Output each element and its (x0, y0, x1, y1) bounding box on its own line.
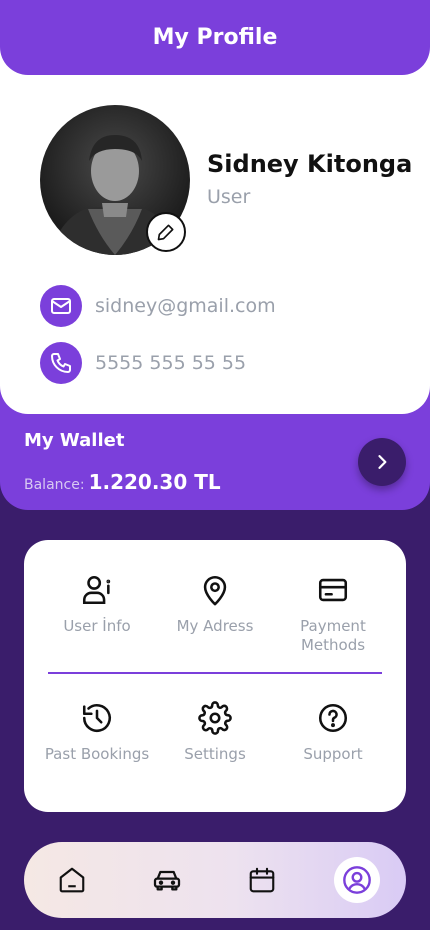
menu-item-user-info[interactable]: User İnfo (37, 572, 157, 636)
bottom-nav (24, 842, 406, 918)
help-circle-icon (315, 700, 351, 736)
wallet-balance: Balance: 1.220.30 TL (24, 470, 221, 494)
menu-item-my-address[interactable]: My Adress (155, 572, 275, 636)
balance-value: 1.220.30 TL (88, 470, 221, 494)
nav-home[interactable] (52, 860, 92, 900)
menu-label-support: Support (303, 745, 363, 763)
menu-item-payment-methods[interactable]: Payment Methods (273, 572, 393, 655)
email-text: sidney@gmail.com (95, 295, 276, 317)
profile-icon (343, 866, 371, 894)
car-icon (153, 870, 181, 891)
email-row: sidney@gmail.com (40, 285, 276, 327)
wallet-open-button[interactable] (358, 438, 406, 486)
pencil-icon (157, 224, 174, 241)
nav-calendar[interactable] (242, 860, 282, 900)
phone-text: 5555 555 55 55 (95, 352, 247, 374)
phone-icon (40, 342, 82, 384)
user-info-icon (79, 572, 115, 608)
credit-card-icon (315, 572, 351, 608)
menu-divider (48, 672, 382, 674)
menu-label-payment-methods: Payment Methods (300, 617, 366, 654)
chevron-right-icon (378, 455, 387, 469)
menu-label-past-bookings: Past Bookings (44, 745, 150, 763)
menu-label-user-info: User İnfo (63, 617, 131, 635)
menu-item-past-bookings[interactable]: Past Bookings (37, 700, 157, 764)
gear-icon (197, 700, 233, 736)
header-bar: My Profile (0, 0, 430, 75)
home-icon (59, 867, 85, 893)
profile-role: User (207, 186, 251, 208)
location-pin-icon (197, 572, 233, 608)
nav-car[interactable] (147, 860, 187, 900)
mail-icon (40, 285, 82, 327)
history-icon (79, 700, 115, 736)
menu-card: User İnfo My Adress Payment Methods Past… (24, 540, 406, 812)
edit-avatar-button[interactable] (146, 212, 186, 252)
phone-row: 5555 555 55 55 (40, 342, 246, 384)
wallet-title: My Wallet (24, 430, 125, 451)
nav-profile[interactable] (334, 857, 380, 903)
menu-item-settings[interactable]: Settings (155, 700, 275, 764)
menu-label-settings: Settings (184, 745, 246, 763)
balance-label: Balance: (24, 477, 85, 493)
menu-label-my-address: My Adress (176, 617, 254, 635)
profile-name: Sidney Kitonga (207, 150, 413, 178)
menu-item-support[interactable]: Support (273, 700, 393, 764)
page-title: My Profile (152, 25, 278, 50)
calendar-icon (249, 867, 275, 893)
